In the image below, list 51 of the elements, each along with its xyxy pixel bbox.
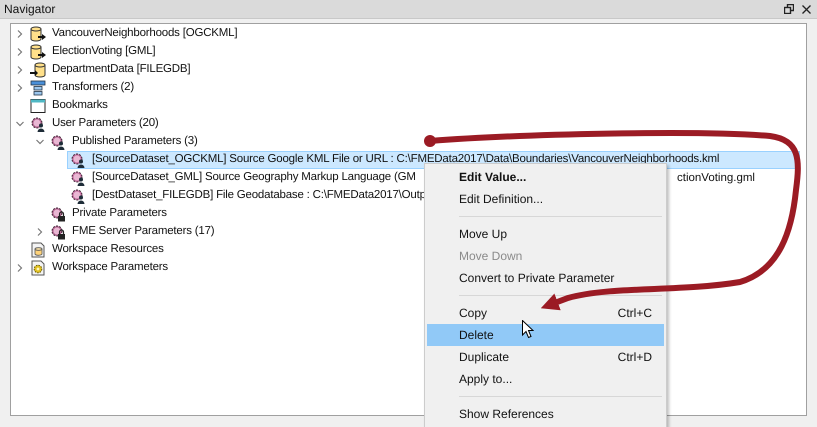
- menu-item[interactable]: Convert to Private Parameter: [427, 267, 664, 289]
- tree-item[interactable]: ElectionVoting [GML]: [27, 43, 156, 61]
- tree-item[interactable]: Workspace Parameters: [27, 259, 169, 277]
- chevron-right-icon[interactable]: [36, 228, 44, 236]
- tree-item[interactable]: [DestDataset_FILEGDB] File Geodatabase : C:\FMEData2017\Outp: [67, 187, 427, 205]
- menu-item[interactable]: Edit Value...: [427, 166, 664, 188]
- tree-item-text: ctionVoting.gml: [677, 171, 755, 186]
- database-arrow-in-icon: [30, 62, 46, 78]
- gear-person-icon: [70, 188, 86, 204]
- chevron-down-icon[interactable]: [16, 120, 24, 128]
- menu-item[interactable]: Apply to...: [427, 368, 664, 390]
- gear-lock-icon: [50, 206, 66, 222]
- chevron-right-icon[interactable]: [16, 84, 24, 92]
- chevron-right-icon[interactable]: [16, 264, 24, 272]
- gear-person-icon: [70, 170, 86, 186]
- database-arrow-out-icon: [30, 44, 46, 60]
- tree-item[interactable]: User Parameters (20): [27, 115, 160, 133]
- menu-item[interactable]: Move Up: [427, 223, 664, 245]
- document-gear-icon: [30, 260, 46, 276]
- close-icon[interactable]: [802, 4, 811, 14]
- tree-item[interactable]: FME Server Parameters (17): [47, 223, 216, 241]
- chevron-down-icon[interactable]: [36, 138, 44, 146]
- chevron-right-icon[interactable]: [16, 30, 24, 38]
- chevron-right-icon[interactable]: [16, 66, 24, 74]
- mouse-cursor-icon: [522, 320, 534, 339]
- tree-item[interactable]: DepartmentData [FILEGDB]: [27, 61, 192, 79]
- document-cylinder-icon: [30, 242, 46, 258]
- window-frame-icon: [30, 98, 46, 114]
- tree-item[interactable]: Bookmarks: [27, 97, 109, 115]
- panel-title: Navigator: [4, 1, 56, 18]
- tree-item[interactable]: Published Parameters (3): [47, 133, 199, 151]
- tree-item[interactable]: [SourceDataset_GML] Source Geography Markup Language (GM: [67, 169, 417, 187]
- stacked-bars-icon: [30, 80, 46, 96]
- restore-icon[interactable]: [784, 4, 794, 14]
- gear-lock-icon: [50, 224, 66, 240]
- gear-person-icon: [70, 152, 86, 168]
- shortcut-text: Ctrl+D: [618, 349, 652, 366]
- menu-item[interactable]: Show References: [427, 403, 664, 425]
- chevron-right-icon[interactable]: [16, 48, 24, 56]
- shortcut-text: Ctrl+C: [618, 305, 652, 322]
- tree-item[interactable]: Transformers (2): [27, 79, 135, 97]
- gear-person-icon: [50, 134, 66, 150]
- menu-item[interactable]: Duplicate Ctrl+D: [427, 346, 664, 368]
- menu-item[interactable]: Delete: [427, 324, 664, 346]
- tree-item[interactable]: VancouverNeighborhoods [OGCKML]: [27, 25, 238, 43]
- gear-person-icon: [30, 116, 46, 132]
- menu-item[interactable]: Edit Definition...: [427, 188, 664, 210]
- tree-item[interactable]: Private Parameters: [47, 205, 168, 223]
- database-arrow-out-icon: [30, 26, 46, 42]
- tree-item[interactable]: Workspace Resources: [27, 241, 165, 259]
- menu-item[interactable]: Copy Ctrl+C: [427, 302, 664, 324]
